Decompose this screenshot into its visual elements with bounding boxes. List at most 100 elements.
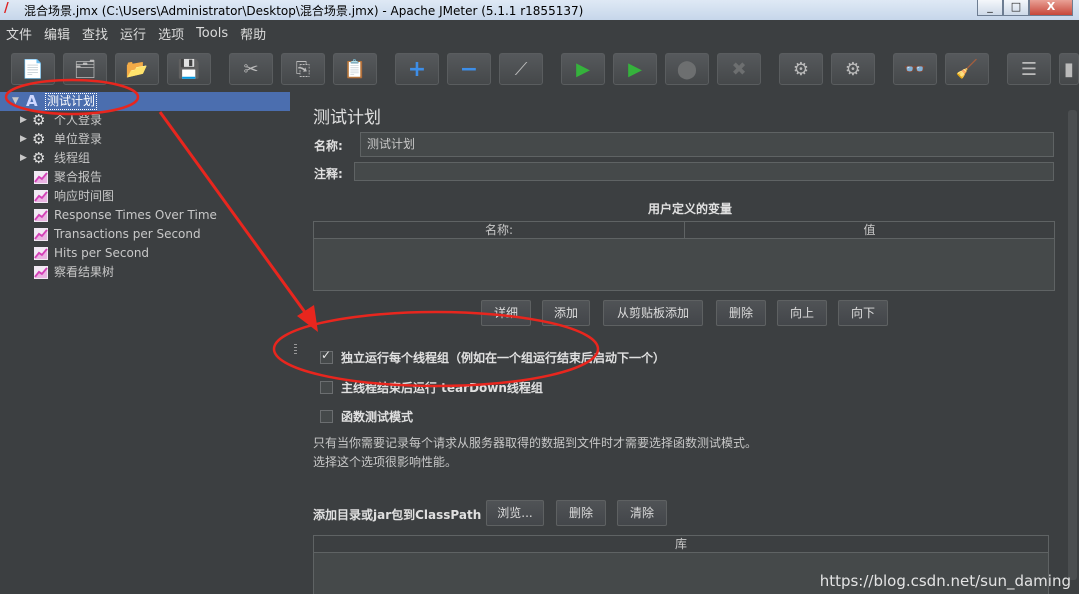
toolbar-button-shutdown[interactable]: ✖ <box>717 53 761 85</box>
user-variables-table[interactable]: 名称: 值 <box>313 221 1055 291</box>
run-teardown-after-shutdown-checkbox[interactable]: 主线程结束后运行 tearDown线程组 <box>320 379 543 396</box>
toolbar-button-reset-search[interactable]: 🧹 <box>945 53 989 85</box>
tree-item[interactable]: Hits per Second <box>0 244 290 263</box>
comment-field[interactable] <box>354 162 1054 181</box>
window-controls: _ □ X <box>977 0 1073 16</box>
menu-file[interactable]: 文件 <box>0 24 38 43</box>
move-up-button[interactable]: 向上 <box>777 300 827 326</box>
split-pane-divider[interactable] <box>291 90 301 594</box>
column-header-value[interactable]: 值 <box>685 222 1054 239</box>
toolbar-button-copy[interactable]: ⎘ <box>281 53 325 85</box>
test-plan-tree[interactable]: ▼ A 测试计划 ▶ ⚙ 个人登录 ▶ ⚙ 单位登录 ▶ ⚙ 线程组 聚合报告 响应时间图 Response… <box>0 90 292 594</box>
toolbar-button-toggle[interactable]: ⟋ <box>499 53 543 85</box>
add-button[interactable]: 添加 <box>542 300 590 326</box>
maximize-button[interactable]: □ <box>1003 0 1029 16</box>
toolbar-button-save[interactable]: 💾 <box>167 53 211 85</box>
toolbar-button-templates[interactable]: 🗂 <box>63 53 107 85</box>
paste-icon: 📋 <box>343 58 367 80</box>
templates-icon: 🗂 <box>73 58 97 80</box>
move-down-button[interactable]: 向下 <box>838 300 888 326</box>
clear-all-icon: ⚙ <box>844 58 862 80</box>
menu-run[interactable]: 运行 <box>114 24 152 43</box>
toolbar-button-stop[interactable]: ⬤ <box>665 53 709 85</box>
toolbar-button-search[interactable]: 👓 <box>893 53 937 85</box>
toolbar-button-start[interactable]: ▶ <box>561 53 605 85</box>
reset-search-icon: 🧹 <box>955 58 979 80</box>
toolbar-button-clear[interactable]: ⚙ <box>779 53 823 85</box>
toolbar-button-clear-all[interactable]: ⚙ <box>831 53 875 85</box>
toolbar: 📄 🗂 📂 💾 ✂ ⎘ 📋 + − ⟋ ▶ ▶ ⬤ ✖ ⚙ ⚙ 👓 🧹 ☰ ▮ <box>0 48 1079 90</box>
thread-group-gear-icon: ⚙ <box>32 130 46 148</box>
menu-edit[interactable]: 编辑 <box>38 24 76 43</box>
checkbox-unchecked-icon[interactable] <box>320 410 333 423</box>
tree-item[interactable]: ▼ A 测试计划 <box>0 92 290 111</box>
browse-button[interactable]: 浏览... <box>486 500 544 526</box>
toolbar-button-help[interactable]: ▮ <box>1059 53 1079 85</box>
thread-group-gear-icon: ⚙ <box>32 111 46 129</box>
checkbox-label: 主线程结束后运行 tearDown线程组 <box>341 381 543 395</box>
menu-tools[interactable]: Tools <box>190 26 234 41</box>
functional-test-mode-checkbox[interactable]: 函数测试模式 <box>320 408 413 425</box>
column-header-name[interactable]: 名称: <box>314 222 685 239</box>
tree-item-label: Hits per Second <box>54 246 150 260</box>
tree-item[interactable]: ▶ ⚙ 单位登录 <box>0 130 290 149</box>
tree-item-label: 响应时间图 <box>54 189 115 203</box>
stop-icon: ⬤ <box>676 58 698 80</box>
comment-label: 注释: <box>314 167 343 181</box>
collapse-arrow-icon[interactable]: ▶ <box>20 130 30 149</box>
toolbar-button-expand[interactable]: + <box>395 53 439 85</box>
open-icon: 📂 <box>125 58 149 80</box>
column-header-library[interactable]: 库 <box>314 536 1048 553</box>
listener-chart-icon <box>34 171 48 184</box>
checkbox-checked-icon[interactable] <box>320 348 333 364</box>
tree-item[interactable]: ▶ ⚙ 个人登录 <box>0 111 290 130</box>
listener-chart-icon <box>34 247 48 260</box>
listener-chart-icon <box>34 228 48 241</box>
jmeter-feather-icon: / <box>4 1 9 16</box>
new-icon: 📄 <box>21 58 45 80</box>
toolbar-button-cut[interactable]: ✂ <box>229 53 273 85</box>
toolbar-button-paste[interactable]: 📋 <box>333 53 377 85</box>
toggle-icon: ⟋ <box>514 58 528 80</box>
tree-item[interactable]: 聚合报告 <box>0 168 290 187</box>
menu-search[interactable]: 查找 <box>76 24 114 43</box>
tree-item[interactable]: 响应时间图 <box>0 187 290 206</box>
scrollbar-thumb[interactable] <box>1068 110 1077 580</box>
tree-item[interactable]: 察看结果树 <box>0 263 290 282</box>
tree-item[interactable]: Transactions per Second <box>0 225 290 244</box>
expand-arrow-icon[interactable]: ▼ <box>12 92 22 111</box>
start-icon: ▶ <box>576 58 590 80</box>
test-plan-panel: 测试计划 名称: 测试计划 注释: 用户定义的变量 名称: 值 详细 添加 从剪… <box>301 90 1079 594</box>
tree-item[interactable]: Response Times Over Time <box>0 206 290 225</box>
toolbar-button-start-no-pause[interactable]: ▶ <box>613 53 657 85</box>
user-defined-variables-title: 用户定义的变量 <box>647 202 732 216</box>
collapse-arrow-icon[interactable]: ▶ <box>20 111 30 130</box>
tree-item-label: Response Times Over Time <box>54 208 217 222</box>
tree-item-label: Transactions per Second <box>54 227 201 241</box>
add-from-clipboard-button[interactable]: 从剪贴板添加 <box>603 300 703 326</box>
run-thread-groups-consecutively-checkbox[interactable]: 独立运行每个线程组（例如在一个组运行结束后启动下一个） <box>320 348 665 366</box>
menu-help[interactable]: 帮助 <box>234 24 272 43</box>
panel-scrollbar[interactable] <box>1066 90 1079 594</box>
close-button[interactable]: X <box>1029 0 1073 16</box>
tree-item-label: 个人登录 <box>54 113 103 127</box>
checkbox-unchecked-icon[interactable] <box>320 381 333 394</box>
detail-button[interactable]: 详细 <box>481 300 531 326</box>
toolbar-button-new[interactable]: 📄 <box>11 53 55 85</box>
minimize-button[interactable]: _ <box>977 0 1003 16</box>
toolbar-button-open[interactable]: 📂 <box>115 53 159 85</box>
tree-item[interactable]: ▶ ⚙ 线程组 <box>0 149 290 168</box>
window-title: 混合场景.jmx (C:\Users\Administrator\Desktop… <box>24 4 584 18</box>
menu-options[interactable]: 选项 <box>152 24 190 43</box>
watermark-url: https://blog.csdn.net/sun_daming <box>819 572 1071 590</box>
classpath-clear-button[interactable]: 清除 <box>617 500 667 526</box>
copy-icon: ⎘ <box>295 58 311 80</box>
toolbar-button-function-helper[interactable]: ☰ <box>1007 53 1051 85</box>
name-field[interactable]: 测试计划 <box>360 132 1054 157</box>
splitter-grip-icon <box>294 344 297 356</box>
classpath-delete-button[interactable]: 删除 <box>556 500 606 526</box>
toolbar-button-collapse[interactable]: − <box>447 53 491 85</box>
collapse-arrow-icon[interactable]: ▶ <box>20 149 30 168</box>
cut-icon: ✂ <box>243 58 259 80</box>
delete-button[interactable]: 删除 <box>716 300 766 326</box>
